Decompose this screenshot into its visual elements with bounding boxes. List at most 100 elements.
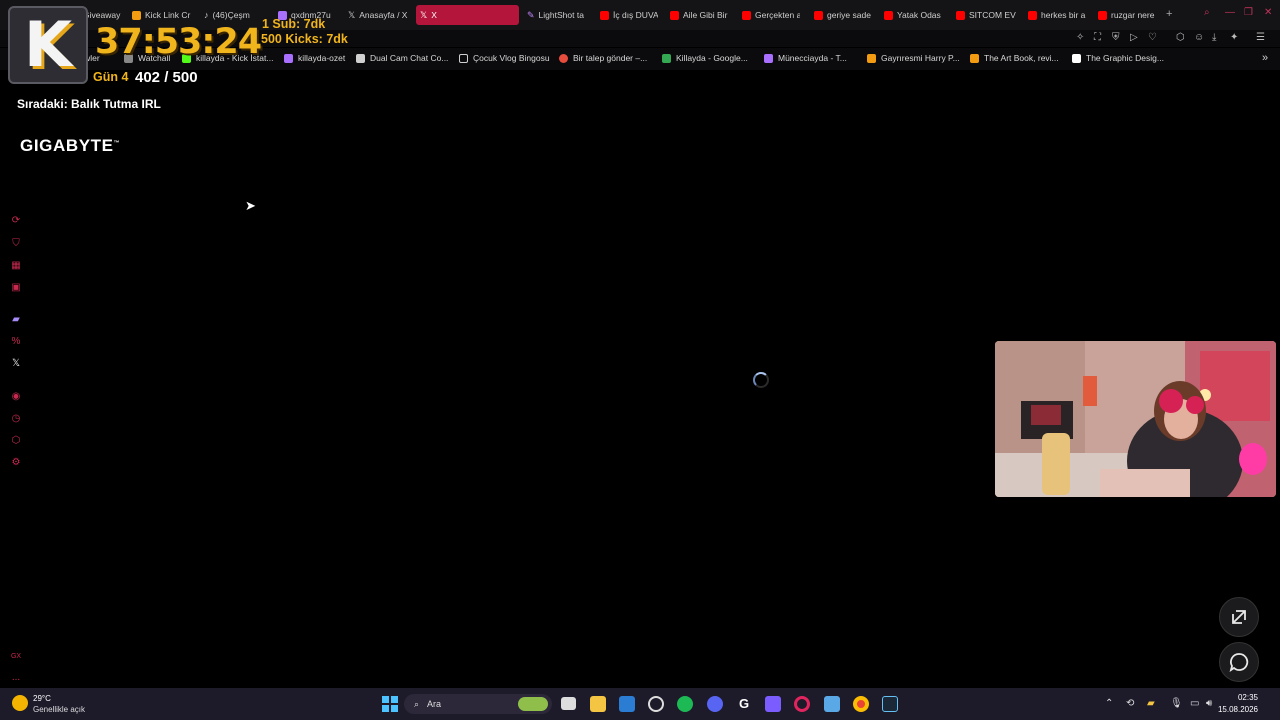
shield-icon[interactable]: ⛨ [1112, 32, 1120, 43]
tab-youtube-4[interactable]: geriye sade [810, 5, 872, 25]
chat-button[interactable] [1219, 642, 1259, 682]
weather-desc[interactable]: Genellikle açık [33, 705, 85, 714]
task-view-icon[interactable] [561, 697, 576, 710]
g-app-icon[interactable]: G [736, 696, 752, 712]
ai-icon[interactable]: ✦ [1230, 32, 1238, 43]
youtube-icon [600, 10, 609, 20]
mail-icon[interactable]: ▣ [10, 281, 22, 293]
microphone-icon[interactable]: 🎙︎ [1170, 698, 1183, 709]
more-icon[interactable]: ... [10, 671, 22, 683]
mail-app-icon[interactable] [619, 696, 635, 712]
sponsor-logo: GIGABYTE™ [20, 136, 120, 156]
maximize-icon[interactable]: ❐ [1244, 7, 1253, 18]
gx-icon[interactable]: GX [10, 650, 22, 662]
bookmark-graphic-design[interactable]: The Graphic Desig... [1072, 53, 1164, 63]
kick-logo: K [8, 6, 88, 84]
download-icon[interactable]: ⤓ [1212, 32, 1216, 43]
bag-icon[interactable]: ⛉ [10, 237, 22, 249]
notepad-icon[interactable] [824, 696, 840, 712]
weather-icon[interactable] [12, 695, 28, 711]
tray-overflow-icon[interactable]: ⌃ [1105, 698, 1113, 709]
tab-youtube-8[interactable]: ruzgar nere [1094, 5, 1158, 25]
bookmark-harry-potter[interactable]: Gayrıresmi Harry P... [867, 53, 960, 63]
tab-label: LightShot ta [538, 10, 584, 20]
x-icon[interactable]: 𝕏 [10, 357, 22, 369]
tab-youtube-2[interactable]: Aile Gibi Bir [666, 5, 728, 25]
tab-label: geriye sade [827, 10, 871, 20]
tab-youtube-7[interactable]: herkes bir a [1024, 5, 1088, 25]
webcam-feed [995, 341, 1276, 497]
close-icon[interactable]: ✕ [1264, 7, 1272, 18]
windows-start-icon[interactable] [382, 696, 398, 712]
bookmark-google-drive[interactable]: Killayda - Google... [662, 53, 748, 63]
settings-icon[interactable]: ⚙ [10, 456, 22, 468]
history-icon[interactable]: ⟳ [10, 214, 22, 226]
tab-lightshot[interactable]: ✎ LightShot ta [523, 5, 585, 25]
tab-youtube-6[interactable]: SITCOM EV [952, 5, 1016, 25]
steam-icon[interactable] [882, 696, 898, 712]
tab-x-home[interactable]: 𝕏 Anasayfa / X [344, 5, 410, 25]
twitch-icon [284, 53, 293, 63]
chrome-icon[interactable] [853, 696, 869, 712]
minimize-icon[interactable]: — [1225, 7, 1235, 18]
bookmarks-more-icon[interactable]: » [1262, 52, 1268, 64]
x-icon: 𝕏 [420, 9, 428, 20]
menu-icon[interactable]: ☰ [1256, 32, 1265, 43]
tray-folder-icon[interactable]: ▰ [1147, 698, 1155, 709]
tab-youtube-5[interactable]: Yatak Odas [880, 5, 942, 25]
file-explorer-icon[interactable] [590, 696, 606, 712]
bookmark-munecciayda[interactable]: Münecciayda - T... [764, 53, 847, 63]
bookmark-art-book[interactable]: The Art Book, revi... [970, 53, 1059, 63]
sub-rate-text: 1 Sub: 7dk [262, 17, 326, 31]
gaming-icon[interactable]: ▦ [10, 259, 22, 271]
bookmark-label: killayda-ozet [298, 53, 346, 63]
youtube-icon [1028, 10, 1037, 20]
network-icon[interactable]: ▭ [1190, 698, 1199, 709]
clock-date[interactable]: 15.08.2026 [1200, 705, 1258, 714]
taskbar-search[interactable]: ⌕ Ara [404, 694, 552, 714]
opera-gx-icon[interactable] [794, 696, 810, 712]
kick-icon [132, 10, 141, 20]
spotify-icon[interactable] [677, 696, 693, 712]
clock-icon[interactable]: ◷ [10, 412, 22, 424]
cube-icon[interactable]: ⬡ [10, 434, 22, 446]
search-tabs-icon[interactable]: ⌕ [1204, 7, 1210, 18]
extensions-icon[interactable]: ⬡ [1176, 32, 1185, 43]
twitch-icon[interactable]: ▰ [10, 313, 22, 325]
sponsor-name: GIGABYTE [20, 136, 114, 155]
bookmark-killayda-ozet[interactable]: killayda-ozet [284, 53, 345, 63]
snapshot-icon[interactable]: ⛶ [1094, 32, 1101, 43]
youtube-icon [814, 10, 823, 20]
drive-icon [662, 53, 671, 63]
youtube-icon [742, 10, 751, 20]
tab-youtube-1[interactable]: İç dış DUVA [596, 5, 658, 25]
tab-label: Yatak Odas [897, 10, 941, 20]
record-icon[interactable]: ◉ [10, 390, 22, 402]
bookmark-label: Dual Cam Chat Co... [370, 53, 449, 63]
tab-youtube-3[interactable]: Gerçekten a [738, 5, 800, 25]
bookmark-talep[interactable]: Bir talep gönder –... [559, 53, 647, 63]
tab-label: ruzgar nere [1111, 10, 1155, 20]
discord-icon[interactable] [707, 696, 723, 712]
profile-icon[interactable]: ☺ [1194, 32, 1204, 43]
clock-time[interactable]: 02:35 [1218, 693, 1258, 702]
tab-label: İç dış DUVA [613, 10, 658, 20]
snap-button[interactable] [1219, 597, 1259, 637]
chatgpt-icon[interactable] [648, 696, 664, 712]
bookmark-dual-cam[interactable]: Dual Cam Chat Co... [356, 53, 448, 63]
book-icon [970, 53, 979, 63]
webcam-image [995, 341, 1276, 497]
bookmark-icon[interactable]: ✧ [1076, 32, 1084, 43]
new-tab-button[interactable]: + [1166, 8, 1172, 20]
amazon-icon [1072, 53, 1081, 63]
bookmark-cocuk-vlog[interactable]: Çocuk Vlog Bingosu [459, 53, 550, 63]
tray-sync-icon[interactable]: ⟲ [1126, 698, 1134, 709]
lightshot-icon: ✎ [527, 9, 535, 20]
tab-label: SITCOM EV [969, 10, 1016, 20]
play-icon[interactable]: ▷ [1130, 32, 1138, 43]
temperature[interactable]: 29°C [33, 694, 51, 703]
tab-x-active[interactable]: 𝕏 X [416, 5, 519, 25]
heart-icon[interactable]: ♡ [1148, 32, 1157, 43]
apps-grid-icon[interactable] [765, 696, 781, 712]
percent-icon[interactable]: % [10, 335, 22, 347]
